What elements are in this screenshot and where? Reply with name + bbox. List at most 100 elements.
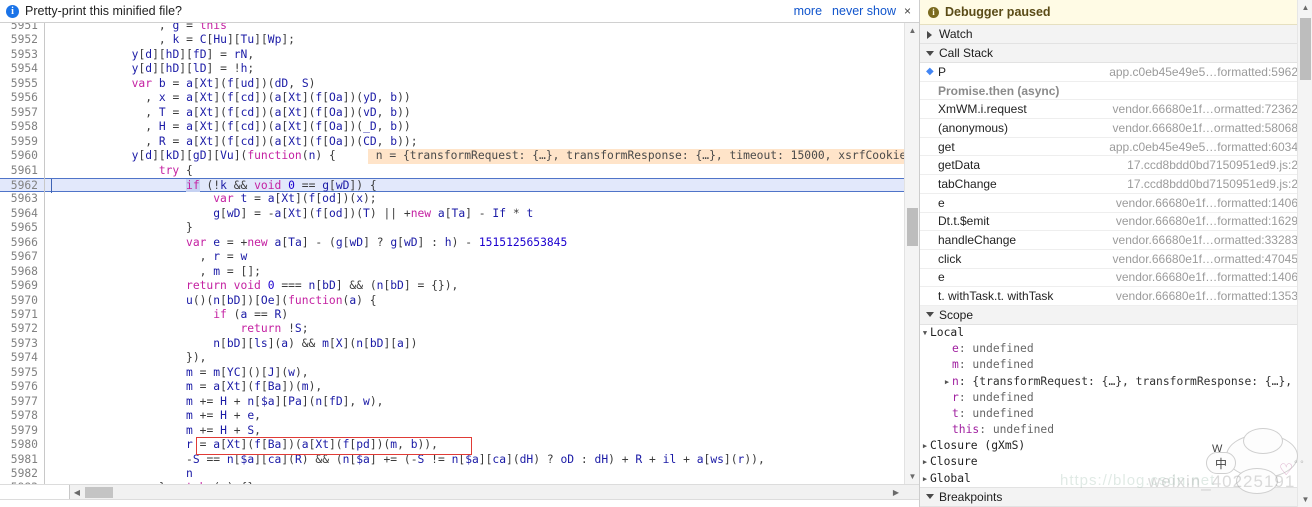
code-line[interactable]: 5951 , g = this: [0, 23, 919, 33]
scope-variable[interactable]: t: undefined: [920, 406, 1312, 422]
breakpoints-label: Breakpoints: [939, 489, 1003, 504]
call-stack-frame[interactable]: handleChange vendor.66680e1f…ormatted:332…: [920, 231, 1312, 250]
close-icon[interactable]: ×: [904, 5, 911, 17]
call-stack-label: Call Stack: [939, 46, 994, 60]
line-number: 5981: [10, 452, 38, 466]
debugger-vscroll-thumb[interactable]: [1300, 18, 1311, 80]
line-number: 5962: [10, 178, 38, 192]
scope-group[interactable]: ▶ Global: [920, 471, 1312, 487]
call-stack-frame[interactable]: XmWM.i.request vendor.66680e1f…ormatted:7…: [920, 100, 1312, 120]
scroll-right-arrow-icon[interactable]: ▶: [889, 485, 903, 500]
call-stack-frame[interactable]: e vendor.66680e1f…formatted:1406: [920, 269, 1312, 288]
call-stack-frame[interactable]: (anonymous) vendor.66680e1f…ormatted:5806…: [920, 119, 1312, 138]
code-line[interactable]: 5963 var t = a[Xt](f[od])(x);: [0, 192, 919, 206]
section-header-scope[interactable]: Scope: [920, 305, 1312, 325]
code-line[interactable]: 5976 m = a[Xt](f[Ba])(m),: [0, 380, 919, 394]
code-line[interactable]: 5956 , x = a[Xt](f[cd])(a[Xt](f[Oa])(yD,…: [0, 91, 919, 105]
call-stack-frame[interactable]: getData 17.ccd8bdd0bd7150951ed9.js:2: [920, 156, 1312, 176]
scroll-up-arrow-icon[interactable]: ▲: [905, 23, 919, 38]
scope-group[interactable]: ▶ Closure: [920, 454, 1312, 470]
scope-group[interactable]: ▼ Local: [920, 325, 1312, 341]
code-line[interactable]: 5954 y[d][hD][lD] = !h;: [0, 62, 919, 76]
code-line[interactable]: 5955 var b = a[Xt](f[ud])(dD, S): [0, 77, 919, 91]
code-line[interactable]: 5969 return void 0 === n[bD] && (n[bD] =…: [0, 279, 919, 293]
code-line[interactable]: 5964 g[wD] = -a[Xt](f[od])(T) || +new a[…: [0, 207, 919, 221]
call-stack-frame[interactable]: ◆ Papp.c0eb45e49e5…formatted:5962: [920, 63, 1312, 82]
frame-name: handleChange: [938, 233, 1017, 248]
code-line[interactable]: 5978 m += H + e,: [0, 409, 919, 423]
code-line[interactable]: 5958 , H = a[Xt](f[cd])(a[Xt](f[Oa])(_D,…: [0, 120, 919, 134]
code-line[interactable]: 5981 -S == n[$a][ca](R) && (n[$a] += (-S…: [0, 453, 919, 467]
code-line[interactable]: 5980 r = a[Xt](f[Ba])(a[Xt](f[pd])(m, b)…: [0, 438, 919, 452]
line-source: }: [186, 221, 193, 235]
frame-location: app.c0eb45e49e5…formatted:5962: [1109, 64, 1298, 79]
frame-location: vendor.66680e1f…formatted:1353: [1115, 289, 1298, 304]
call-stack-frame[interactable]: click vendor.66680e1f…ormatted:47045: [920, 250, 1312, 269]
call-stack-frame[interactable]: get app.c0eb45e49e5…formatted:6034: [920, 138, 1312, 157]
editor-horizontal-scrollbar[interactable]: ◀ ▶: [0, 484, 919, 499]
code-line[interactable]: 5962 if (!k && void 0 == g[wD]) {: [0, 177, 919, 193]
editor-hscroll-thumb[interactable]: [85, 487, 113, 498]
scroll-down-arrow-icon[interactable]: ▼: [1298, 492, 1312, 507]
scope-variable[interactable]: r: undefined: [920, 390, 1312, 406]
editor-vscroll-thumb[interactable]: [907, 208, 918, 246]
line-source: if (a == R): [213, 308, 289, 321]
scroll-left-arrow-icon[interactable]: ◀: [70, 485, 84, 500]
scope-variable[interactable]: ▶ n: {transformRequest: {…}, transformRes…: [920, 374, 1312, 390]
code-line[interactable]: 5953 y[d][hD][fD] = rN,: [0, 48, 919, 62]
line-number: 5969: [10, 279, 38, 293]
code-line[interactable]: 5979 m += H + S,: [0, 424, 919, 438]
code-line[interactable]: 5957 , T = a[Xt](f[cd])(a[Xt](f[Oa])(vD,…: [0, 106, 919, 120]
call-stack-list[interactable]: ◆ Papp.c0eb45e49e5…formatted:5962 Promise.…: [920, 63, 1312, 306]
pause-info-icon: i: [928, 6, 939, 18]
line-number: 5970: [10, 293, 38, 307]
section-header-watch[interactable]: Watch: [920, 25, 1312, 44]
call-stack-frame[interactable]: Dt.t.$emit vendor.66680e1f…formatted:1629: [920, 213, 1312, 232]
code-line[interactable]: 5968 , m = [];: [0, 265, 919, 279]
line-source: , H = a[Xt](f[cd])(a[Xt](f[Oa])(_D, b)): [145, 120, 411, 134]
code-line[interactable]: 5977 m += H + n[$a][Pa](n[fD], w),: [0, 395, 919, 409]
line-source: if (!k && void 0 == g[wD]) {: [186, 178, 377, 192]
code-line[interactable]: 5970 u()(n[bD])[Oe](function(a) {: [0, 294, 919, 308]
line-source: y[d][hD][lD] = !h;: [131, 62, 255, 76]
call-stack-frame[interactable]: t. withTask.t. withTask vendor.66680e1f…f…: [920, 287, 1312, 306]
code-line[interactable]: 5975 m = m[YC]()[J](w),: [0, 366, 919, 380]
infobar-more-link[interactable]: more: [794, 4, 822, 18]
frame-location: app.c0eb45e49e5…formatted:6034: [1109, 139, 1298, 154]
call-stack-frame[interactable]: Promise.then (async): [920, 82, 1312, 101]
code-line[interactable]: 5974 }),: [0, 351, 919, 365]
code-line[interactable]: 5972 return !S;: [0, 322, 919, 336]
line-number: 5966: [10, 235, 38, 249]
code-line[interactable]: 5952 , k = C[Hu][Tu][Wp];: [0, 33, 919, 47]
call-stack-frame[interactable]: e vendor.66680e1f…formatted:1406: [920, 194, 1312, 213]
infobar-never-show-link[interactable]: never show: [832, 4, 896, 18]
code-line[interactable]: 5965 }: [0, 221, 919, 235]
chevron-down-icon: [926, 310, 935, 319]
code-line[interactable]: 5982 n: [0, 467, 919, 481]
section-header-call-stack[interactable]: Call Stack: [920, 44, 1312, 63]
line-source: , T = a[Xt](f[cd])(a[Xt](f[Oa])(vD, b)): [145, 105, 411, 119]
scope-variable[interactable]: e: undefined: [920, 341, 1312, 357]
code-line[interactable]: 5960 y[d][kD][gD][Vu](function(n) { n = …: [0, 149, 919, 164]
code-line[interactable]: 5961 try {: [0, 164, 919, 178]
pretty-print-infobar: i Pretty-print this minified file? more …: [0, 0, 919, 23]
debugger-vertical-scrollbar[interactable]: ▲ ▼: [1297, 0, 1312, 507]
section-header-breakpoints[interactable]: Breakpoints: [920, 487, 1312, 507]
call-stack-frame[interactable]: tabChange 17.ccd8bdd0bd7150951ed9.js:2: [920, 175, 1312, 194]
line-source: r = a[Xt](f[Ba])(a[Xt](f[pd])(m, b)),: [186, 438, 438, 452]
code-line[interactable]: 5971 if (a == R): [0, 308, 919, 322]
editor-vertical-scrollbar[interactable]: ▲ ▼: [904, 23, 919, 484]
code-line[interactable]: 5959 , R = a[Xt](f[cd])(a[Xt](f[Oa])(CD,…: [0, 135, 919, 149]
line-source: try {: [158, 163, 193, 177]
code-line[interactable]: 5973 n[bD][ls](a) && m[X](n[bD][a]): [0, 337, 919, 351]
code-editor[interactable]: 5951 , g = this 5952 , k = C[Hu][Tu][Wp];…: [0, 23, 919, 484]
scope-group[interactable]: ▶ Closure (gXmS): [920, 438, 1312, 454]
scope-list[interactable]: ▼ Local e: undefined m: undefined ▶ n: {trans…: [920, 324, 1312, 488]
scroll-down-arrow-icon[interactable]: ▼: [905, 469, 919, 484]
scroll-up-arrow-icon[interactable]: ▲: [1298, 0, 1312, 15]
code-line[interactable]: 5967 , r = w: [0, 250, 919, 264]
code-line[interactable]: 5966 var e = +new a[Ta] - (g[wD] ? g[wD]…: [0, 236, 919, 250]
line-source: , r = w: [199, 250, 248, 264]
scope-variable[interactable]: this: undefined: [920, 422, 1312, 438]
scope-variable[interactable]: m: undefined: [920, 357, 1312, 373]
